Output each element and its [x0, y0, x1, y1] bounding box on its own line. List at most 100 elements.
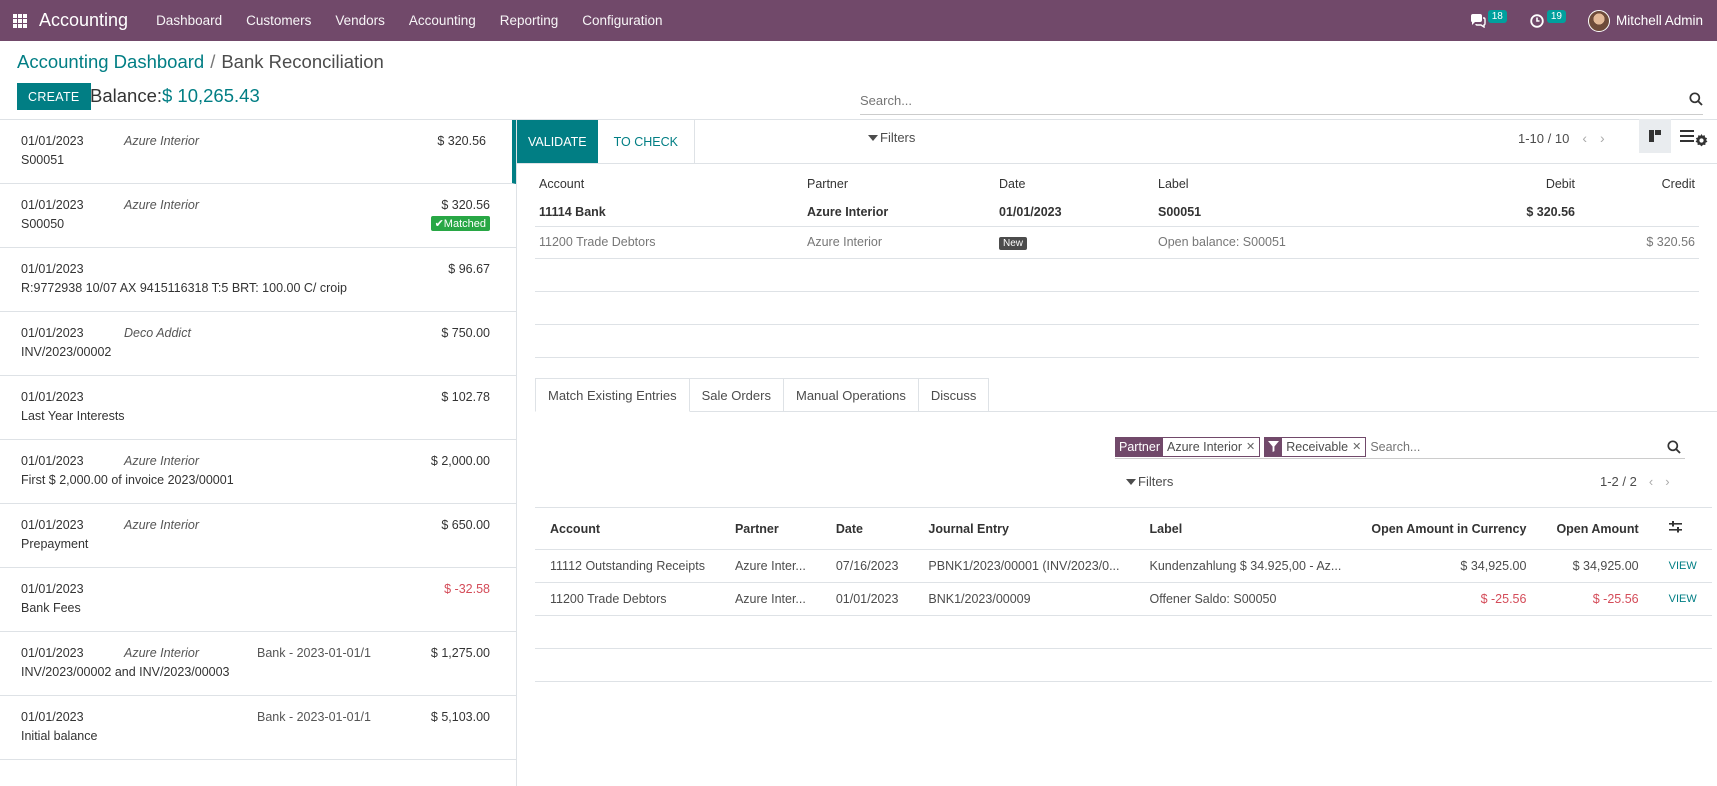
search-input[interactable]: [860, 87, 1703, 114]
tab-match-existing-entries[interactable]: Match Existing Entries: [535, 378, 690, 412]
breadcrumb-accounting-dashboard[interactable]: Accounting Dashboard: [17, 51, 204, 72]
messages-count-badge: 18: [1487, 10, 1507, 23]
filters-label: Filters: [1138, 474, 1174, 489]
view-button[interactable]: VIEW: [1653, 549, 1712, 583]
list-item[interactable]: 01/01/2023 Deco Addict $ 750.00 INV/2023/00…: [0, 312, 516, 376]
list-item[interactable]: 01/01/2023 $ 102.78 Last Year Interests: [0, 376, 516, 440]
cell-debit: [1454, 226, 1579, 259]
list-item[interactable]: 01/01/2023 $ 96.67 R:9772938 10/07 AX 9415…: [0, 248, 516, 312]
list-item[interactable]: 01/01/2023 Azure Interior $ 320.56 S00050 ✔M…: [0, 184, 516, 248]
statement-partner: Azure Interior: [124, 134, 200, 148]
new-badge: New: [999, 237, 1028, 250]
list-item[interactable]: 01/01/2023 Bank - 2023-01-01/1 $ 5,103.00 I…: [0, 696, 516, 760]
reconciliation-toolbar: VALIDATE TO CHECK: [517, 120, 1717, 164]
statement-reference: S00050: [21, 217, 65, 231]
match-search-bar: Partner Azure Interior ✕ Receivable ✕: [1115, 435, 1685, 459]
pager-next-icon[interactable]: ›: [1665, 474, 1669, 489]
table-row[interactable]: 11200 Trade Debtors Azure Inter... 01/01…: [535, 582, 1712, 616]
cell-label: Offener Saldo: S00050: [1134, 582, 1357, 616]
menu-configuration[interactable]: Configuration: [582, 13, 662, 28]
gear-icon[interactable]: [1695, 134, 1709, 148]
col-optional-columns[interactable]: [1653, 507, 1712, 550]
statement-date: 01/01/2023: [21, 518, 84, 532]
user-name: Mitchell Admin: [1615, 13, 1703, 28]
menu-vendors[interactable]: Vendors: [335, 13, 385, 28]
validate-button[interactable]: VALIDATE: [517, 120, 598, 163]
empty-row: [535, 291, 1699, 325]
list-item[interactable]: 01/01/2023 Azure Interior $ 320.56 S00051: [0, 120, 516, 184]
page-title: Bank Reconciliation: [221, 51, 384, 72]
tab-sale-orders[interactable]: Sale Orders: [688, 378, 784, 411]
table-row[interactable]: 11112 Outstanding Receipts Azure Inter..…: [535, 549, 1712, 583]
cell-date: 01/01/2023: [995, 198, 1154, 227]
user-menu[interactable]: Mitchell Admin: [1587, 9, 1703, 32]
search-icon[interactable]: [1667, 440, 1681, 454]
list-item[interactable]: 01/01/2023 Azure Interior Bank - 2023-01-0…: [0, 632, 516, 696]
list-item[interactable]: 01/01/2023 $ -32.58 Bank Fees: [0, 568, 516, 632]
statement-reference: Initial balance: [21, 729, 98, 743]
list-item[interactable]: 01/01/2023 Azure Interior $ 650.00 Prepayme…: [0, 504, 516, 568]
create-button[interactable]: CREATE: [17, 83, 91, 110]
remove-facet-icon[interactable]: ✕: [1352, 440, 1365, 453]
app-title[interactable]: Accounting: [39, 10, 128, 31]
statement-partner: Azure Interior: [124, 198, 200, 212]
menu-dashboard[interactable]: Dashboard: [156, 13, 222, 28]
top-navbar: Accounting Dashboard Customers Vendors A…: [0, 0, 1717, 41]
pager-value[interactable]: 1-2 / 2: [1600, 474, 1637, 489]
empty-row: [535, 648, 1712, 682]
cell-label: Open balance: S00051: [1154, 226, 1454, 259]
statement-date: 01/01/2023: [21, 710, 84, 724]
statement-amount: $ 320.56: [441, 198, 490, 212]
cell-date: 01/01/2023: [820, 582, 914, 616]
table-row[interactable]: 11200 Trade Debtors Azure Interior New O…: [535, 226, 1699, 259]
col-account: Account: [539, 177, 585, 191]
activities-button[interactable]: 19: [1529, 10, 1566, 29]
statement-reference: INV/2023/00002: [21, 345, 112, 359]
facet-label: Partner: [1116, 437, 1163, 456]
cell-partner: Azure Inter...: [719, 549, 821, 583]
table-row[interactable]: 11114 Bank Azure Interior 01/01/2023 S00…: [535, 198, 1699, 227]
statement-date: 01/01/2023: [21, 454, 84, 468]
statement-partner: Deco Addict: [124, 326, 191, 340]
statement-reference: Prepayment: [21, 537, 89, 551]
menu-customers[interactable]: Customers: [246, 13, 311, 28]
messages-button[interactable]: 18: [1470, 10, 1507, 29]
match-pager: 1-2 / 2 ‹ ›: [1600, 474, 1670, 489]
list-item[interactable]: 01/01/2023 Azure Interior $ 2,000.00 First …: [0, 440, 516, 504]
statement-reference: S00051: [21, 153, 65, 167]
search-icon[interactable]: [1689, 92, 1703, 106]
menu-accounting[interactable]: Accounting: [409, 13, 476, 28]
empty-row: [535, 324, 1699, 358]
statement-reference: R:9772938 10/07 AX 9415116318 T:5 BRT: 1…: [21, 281, 347, 295]
pager-previous-icon[interactable]: ‹: [1649, 474, 1653, 489]
view-button[interactable]: VIEW: [1653, 582, 1712, 616]
to-check-button[interactable]: TO CHECK: [598, 120, 695, 163]
tab-manual-operations[interactable]: Manual Operations: [782, 378, 919, 411]
statement-date: 01/01/2023: [21, 262, 84, 276]
col-label: Label: [1134, 507, 1357, 550]
col-account: Account: [535, 507, 720, 550]
breadcrumb-separator: /: [210, 51, 216, 72]
match-filters-dropdown[interactable]: Filters: [1126, 474, 1173, 489]
col-date: Date: [820, 507, 914, 550]
cell-account: 11200 Trade Debtors: [535, 226, 803, 259]
col-label: Label: [1158, 177, 1189, 191]
main-content: 01/01/2023 Azure Interior $ 320.56 S00051 01…: [0, 120, 1717, 786]
cell-account: 11114 Bank: [535, 198, 803, 227]
remove-facet-icon[interactable]: ✕: [1246, 440, 1259, 453]
apps-grid-icon[interactable]: [13, 13, 27, 28]
col-partner: Partner: [807, 177, 848, 191]
statement-amount: $ 2,000.00: [430, 454, 490, 468]
cell-journal-entry: PBNK1/2023/00001 (INV/2023/0...: [913, 549, 1135, 583]
statement-reference: Last Year Interests: [21, 409, 125, 423]
statement-date: 01/01/2023: [21, 646, 84, 660]
statement-amount: $ 5,103.00: [430, 710, 490, 724]
cell-journal-entry: BNK1/2023/00009: [913, 582, 1135, 616]
col-debit: Debit: [1545, 177, 1575, 191]
tab-discuss[interactable]: Discuss: [917, 378, 990, 411]
cell-date: 07/16/2023: [820, 549, 914, 583]
match-search-input[interactable]: [1370, 439, 1685, 454]
col-open-amount: Open Amount: [1541, 507, 1654, 550]
menu-reporting[interactable]: Reporting: [500, 13, 559, 28]
empty-row: [535, 258, 1699, 292]
